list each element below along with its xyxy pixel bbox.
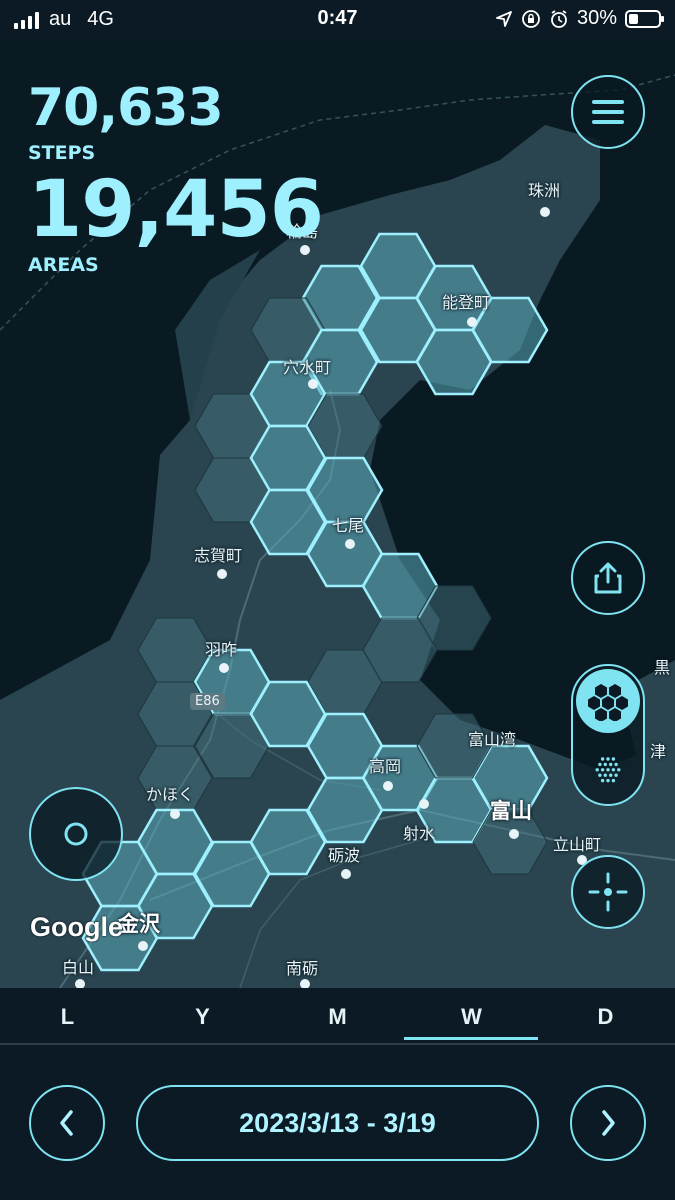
display-mode-toggle — [571, 664, 645, 806]
tab-w[interactable]: W — [404, 1004, 539, 1030]
date-range-selector[interactable]: 2023/3/13 - 3/19 — [136, 1085, 539, 1161]
dot — [603, 773, 607, 777]
areas-label: AREAS — [28, 254, 99, 276]
dot — [614, 773, 618, 777]
dot — [603, 762, 607, 767]
dot — [600, 768, 605, 772]
tab-m[interactable]: M — [270, 1004, 405, 1030]
place-marker — [219, 663, 229, 673]
place-toyama-bay: 富山湾 — [468, 730, 517, 749]
dot — [600, 778, 605, 783]
steps-label: STEPS — [28, 142, 96, 164]
prev-period-button[interactable] — [29, 1085, 105, 1161]
dot — [609, 762, 613, 767]
crosshair-icon — [588, 872, 628, 912]
place-marker — [540, 207, 550, 217]
stats-panel: 70,633 STEPS 19,456 AREAS — [28, 78, 324, 276]
place-imizu: 射水 — [403, 824, 436, 843]
next-period-button[interactable] — [570, 1085, 646, 1161]
place-marker — [345, 539, 355, 549]
place-kanazawa: 金沢 — [118, 912, 160, 936]
chevron-right-icon — [602, 1110, 615, 1136]
place-marker — [467, 317, 477, 327]
dot — [611, 778, 616, 783]
place-tonami: 砺波 — [328, 846, 361, 865]
selected-tab-indicator — [404, 1037, 538, 1040]
dot — [606, 768, 610, 772]
dot — [598, 773, 602, 777]
areas-value: 19,456 — [28, 165, 324, 255]
record-circle-icon — [64, 822, 88, 846]
period-tabs: L Y M W D — [0, 988, 675, 1044]
place-takaoka: 高岡 — [369, 757, 402, 776]
tab-l[interactable]: L — [0, 1004, 135, 1030]
dot — [595, 768, 599, 772]
dot — [598, 762, 602, 767]
locate-button[interactable] — [571, 855, 645, 929]
menu-button[interactable] — [571, 75, 645, 149]
place-shika: 志賀町 — [194, 546, 243, 565]
place-kahoku: かほく — [146, 785, 195, 804]
share-icon — [594, 562, 622, 594]
place-marker — [341, 869, 351, 879]
hex-mode-button[interactable] — [576, 669, 640, 733]
place-kuro: 黒 — [654, 658, 671, 677]
steps-value: 70,633 — [28, 78, 224, 138]
share-button[interactable] — [571, 541, 645, 615]
place-marker — [419, 799, 429, 809]
dot — [614, 762, 618, 767]
dot — [606, 778, 610, 783]
road-badge-e86: E86 — [190, 693, 225, 710]
place-anamizu: 穴水町 — [283, 358, 332, 377]
place-suzu: 珠洲 — [528, 181, 561, 200]
menu-icon — [592, 100, 624, 124]
dot — [617, 768, 621, 772]
chevron-left-icon — [60, 1110, 73, 1136]
battery-percent: 30% — [576, 7, 617, 29]
dot — [611, 757, 616, 761]
hex-cluster-icon — [588, 684, 628, 721]
dot — [611, 768, 616, 772]
place-nanao: 七尾 — [332, 516, 365, 535]
dot — [600, 757, 605, 761]
place-marker — [383, 781, 393, 791]
rotation-lock-icon — [522, 9, 540, 28]
place-marker — [138, 941, 148, 951]
place-toyama: 富山 — [490, 799, 532, 823]
dot — [609, 773, 613, 777]
dots-cluster-icon — [595, 757, 621, 783]
location-arrow-icon — [496, 10, 512, 27]
google-attribution: Google — [30, 912, 123, 942]
place-marker — [170, 809, 180, 819]
place-marker — [509, 829, 519, 839]
tab-d[interactable]: D — [538, 1004, 673, 1030]
place-nanto: 南砺 — [286, 959, 319, 978]
place-noto: 能登町 — [442, 293, 491, 312]
place-tsu: 津 — [650, 742, 667, 761]
place-hakui: 羽咋 — [205, 640, 238, 659]
dot — [606, 757, 610, 761]
place-marker — [217, 569, 227, 579]
place-marker — [308, 379, 318, 389]
alarm-icon — [551, 9, 567, 28]
place-hakusan: 白山 — [62, 958, 95, 977]
status-bar: au 4G 0:47 30% — [0, 0, 675, 38]
record-button[interactable] — [29, 787, 123, 881]
tab-y[interactable]: Y — [135, 1004, 270, 1030]
battery-icon — [625, 9, 664, 28]
dot-mode-button[interactable] — [576, 738, 640, 802]
place-tateyama: 立山町 — [553, 835, 602, 854]
